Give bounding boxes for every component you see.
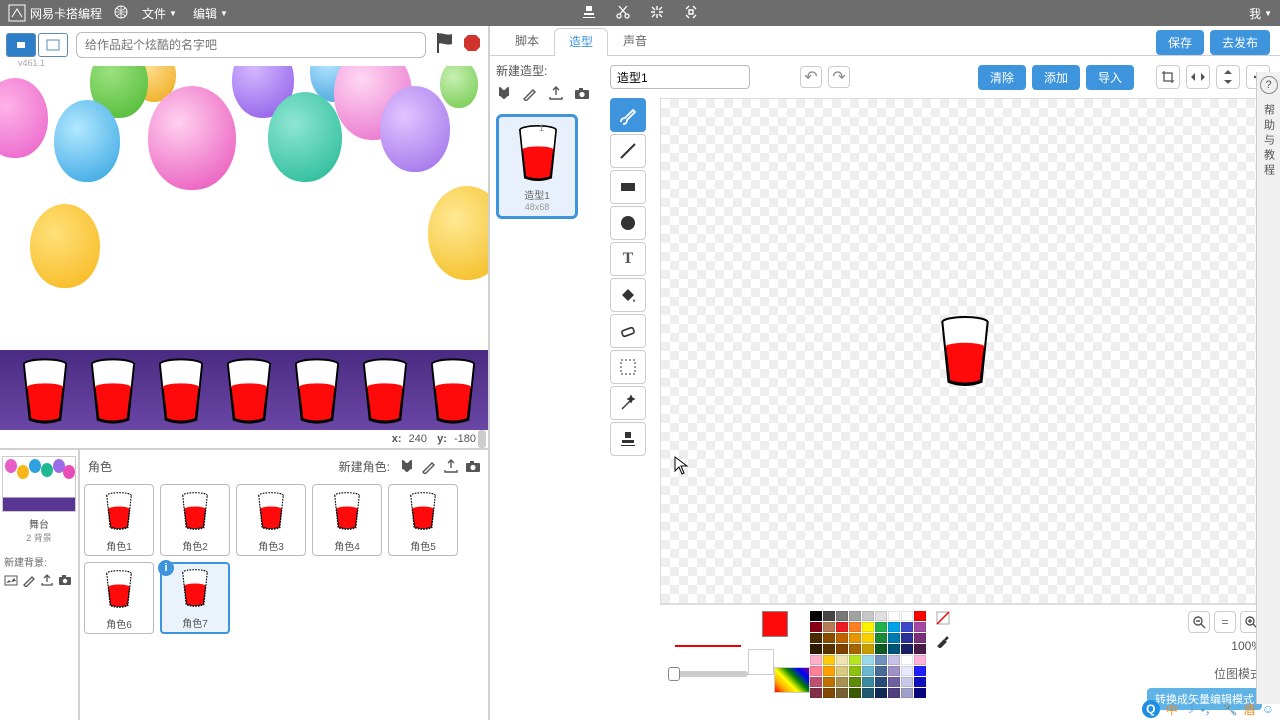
costume-camera-icon[interactable]	[574, 85, 590, 106]
sprite-card-6[interactable]: 角色6	[84, 562, 154, 634]
stamp-icon[interactable]	[581, 4, 597, 23]
sprite-library-icon[interactable]	[396, 456, 418, 476]
tab-script[interactable]: 脚本	[500, 27, 554, 55]
no-color-icon[interactable]	[936, 611, 950, 630]
view-full-stage[interactable]	[38, 33, 68, 57]
zoom-reset-button[interactable]: =	[1214, 611, 1236, 633]
bg-camera-icon[interactable]	[58, 573, 72, 590]
help-sidebar[interactable]: ? 帮助与教程	[1256, 72, 1280, 704]
costume-paint-icon[interactable]	[522, 85, 538, 106]
tab-costume[interactable]: 造型	[554, 28, 608, 56]
menu-file[interactable]: 文件▼	[142, 5, 177, 22]
sprite-camera-icon[interactable]	[462, 456, 484, 476]
view-small-stage[interactable]	[6, 33, 36, 57]
stage-bg-count: 2 背景	[2, 531, 76, 544]
tool-text[interactable]: T	[610, 242, 646, 276]
tool-ellipse[interactable]	[610, 206, 646, 240]
new-costume-label: 新建造型:	[496, 62, 594, 79]
stroke-width-slider[interactable]	[668, 671, 748, 677]
costume-upload-icon[interactable]	[548, 85, 564, 106]
sprites-label: 角色	[88, 458, 112, 475]
color-picker-icon[interactable]	[774, 667, 810, 693]
globe-icon[interactable]	[114, 5, 128, 22]
costume-thumbnail[interactable]: 1 造型1 48x68	[496, 114, 578, 219]
primary-color-swatch[interactable]	[762, 611, 788, 637]
costume-name-input[interactable]	[610, 65, 750, 89]
stage-label: 舞台	[2, 516, 76, 531]
secondary-color-swatch[interactable]	[748, 649, 774, 675]
color-palette[interactable]	[810, 611, 926, 698]
project-name-input[interactable]	[76, 32, 426, 58]
ime-bar: Q 中 ☽ •， 🔧 盾 ☺	[1142, 700, 1274, 718]
sprite-card-5[interactable]: 角色5	[388, 484, 458, 556]
sprite-upload-icon[interactable]	[440, 456, 462, 476]
menu-edit[interactable]: 编辑▼	[193, 5, 228, 22]
green-flag-icon[interactable]	[434, 31, 456, 60]
tool-eraser[interactable]	[610, 314, 646, 348]
stage-scrollbar[interactable]	[478, 430, 486, 448]
sprite-info-icon[interactable]: i	[158, 560, 174, 576]
tab-sound[interactable]: 声音	[608, 27, 662, 55]
shrink-icon[interactable]	[683, 4, 699, 23]
stage-coords: x: 240 y: -180	[0, 430, 488, 448]
undo-button[interactable]: ↶	[800, 66, 822, 88]
stage[interactable]	[0, 66, 488, 430]
flip-v-icon[interactable]	[1216, 65, 1240, 89]
tool-wand[interactable]	[610, 386, 646, 420]
new-sprite-label: 新建角色:	[339, 458, 390, 475]
ime-comma-icon[interactable]: •，	[1201, 701, 1217, 718]
tool-fill[interactable]	[610, 278, 646, 312]
flip-h-icon[interactable]	[1186, 65, 1210, 89]
sprite-card-2[interactable]: 角色2	[160, 484, 230, 556]
stop-icon[interactable]	[462, 33, 482, 58]
sprite-card-1[interactable]: 角色1	[84, 484, 154, 556]
zoom-out-button[interactable]	[1188, 611, 1210, 633]
mode-label: 位图模式	[1214, 665, 1262, 682]
save-button[interactable]: 保存	[1156, 30, 1204, 55]
redo-button[interactable]: ↷	[828, 66, 850, 88]
eyedropper-icon[interactable]	[936, 634, 950, 653]
new-bg-label: 新建背景:	[2, 554, 76, 569]
stroke-preview	[675, 645, 741, 647]
ime-logo-icon[interactable]: Q	[1142, 700, 1160, 718]
publish-button[interactable]: 去发布	[1210, 30, 1270, 55]
tool-stamp[interactable]	[610, 422, 646, 456]
crop-icon[interactable]	[1156, 65, 1180, 89]
stage-thumbnail[interactable]	[2, 456, 76, 512]
paint-canvas[interactable]	[660, 98, 1270, 604]
sprite-paint-icon[interactable]	[418, 456, 440, 476]
tool-rect[interactable]	[610, 170, 646, 204]
clear-button[interactable]: 清除	[978, 65, 1026, 90]
ime-wrench-icon[interactable]: 🔧	[1223, 702, 1238, 716]
ime-smile-icon[interactable]: ☺	[1262, 702, 1274, 716]
bg-paint-icon[interactable]	[22, 573, 36, 590]
import-button[interactable]: 导入	[1086, 65, 1134, 90]
tool-line[interactable]	[610, 134, 646, 168]
sprite-card-7[interactable]: i 角色7	[160, 562, 230, 634]
bg-upload-icon[interactable]	[40, 573, 54, 590]
help-icon[interactable]: ?	[1260, 76, 1278, 94]
sprite-card-4[interactable]: 角色4	[312, 484, 382, 556]
tool-select[interactable]	[610, 350, 646, 384]
ime-shield-icon[interactable]: 盾	[1244, 701, 1256, 718]
sprite-card-3[interactable]: 角色3	[236, 484, 306, 556]
brand-logo: 网易卡搭编程	[8, 4, 102, 22]
costume-library-icon[interactable]	[496, 85, 512, 106]
bg-library-icon[interactable]	[4, 573, 18, 590]
tool-brush[interactable]	[610, 98, 646, 132]
grow-icon[interactable]	[649, 4, 665, 23]
ime-moon-icon[interactable]: ☽	[1184, 702, 1195, 716]
menu-me[interactable]: 我▼	[1249, 5, 1272, 22]
cut-icon[interactable]	[615, 4, 631, 23]
add-button[interactable]: 添加	[1032, 65, 1080, 90]
